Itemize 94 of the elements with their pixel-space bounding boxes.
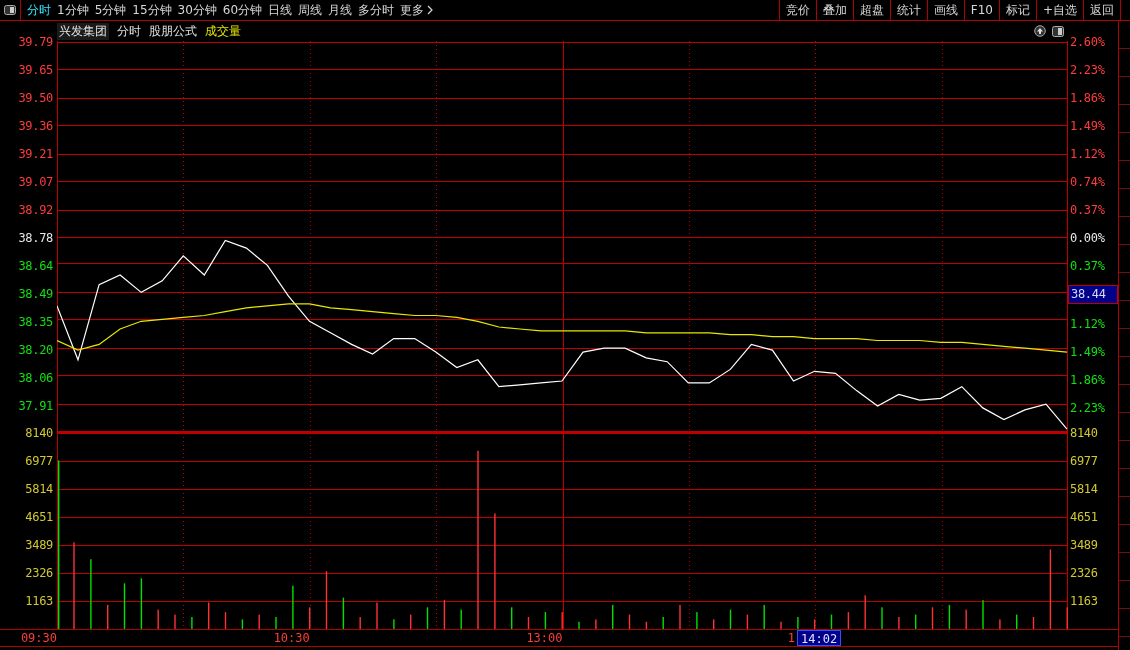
toolbar-button[interactable]: 竞价 (778, 0, 816, 20)
time-label: 13:00 (525, 630, 563, 646)
volume-bar (140, 578, 143, 629)
axis-label: 8140 (1070, 425, 1099, 442)
axis-label: 37.91 (17, 398, 53, 415)
axis-label: 4651 (24, 509, 53, 526)
toolbar-button[interactable]: 叠加 (815, 0, 853, 20)
axis-label: 39.21 (17, 146, 53, 163)
volume-bar (224, 612, 227, 629)
axis-label: 0.37% (1070, 258, 1106, 275)
timeframe-tab[interactable]: 60分钟 (219, 0, 266, 20)
axis-label: 2.23% (1070, 400, 1106, 417)
volume-bar (847, 612, 850, 629)
toolbar-button[interactable]: 画线 (926, 0, 964, 20)
time-label: 09:30 (19, 630, 57, 646)
axis-label: 1.12% (1070, 316, 1106, 333)
axis-label: 39.50 (17, 90, 53, 107)
volume-bar (443, 600, 446, 629)
axis-label: 6977 (24, 453, 53, 470)
timeframe-tab[interactable]: 15分钟 (129, 0, 175, 20)
volume-bar (527, 617, 530, 629)
axis-label: 1163 (24, 593, 53, 610)
time-label: 1 (786, 630, 795, 646)
timeframe-tab[interactable]: 日线 (265, 0, 296, 20)
axis-label: 38.64 (17, 258, 53, 275)
axis-label: 1163 (1070, 593, 1099, 610)
axis-label: 3489 (24, 537, 53, 554)
axis-label: 38.35 (17, 314, 53, 331)
timeframe-tab[interactable]: 月线 (325, 0, 356, 20)
axis-label: 5814 (1070, 481, 1099, 498)
volume-bar (544, 612, 547, 629)
timeframe-tab[interactable]: 多分时 (355, 0, 398, 20)
timeframe-tab[interactable]: 分时 (24, 0, 54, 20)
axis-label: 3489 (1070, 537, 1099, 554)
timeframe-tab[interactable]: 周线 (295, 0, 326, 20)
axis-label: 38.20 (17, 342, 53, 359)
axis-label: 1.86% (1070, 90, 1106, 107)
axis-label: 38.06 (17, 370, 53, 387)
volume-bar (325, 571, 328, 629)
axis-label: 1.86% (1070, 372, 1106, 389)
axis-label: 2.60% (1070, 34, 1106, 51)
axis-label: 39.65 (17, 62, 53, 79)
axis-label: 39.79 (17, 34, 53, 51)
formula-label: 股朋公式 (149, 22, 197, 40)
toolbar-button[interactable]: 返回 (1083, 0, 1120, 20)
timeframe-tab[interactable]: 更多 (397, 0, 437, 20)
axis-label: 38.78 (17, 230, 53, 247)
volume-bar (645, 621, 648, 629)
panel-toggle-icon[interactable] (4, 5, 16, 15)
timeframe-tab[interactable]: 1分钟 (54, 0, 92, 20)
volume-bar (628, 614, 631, 629)
axis-label: 38.49 (17, 286, 53, 303)
volume-bar (426, 607, 429, 629)
timeframe-tab[interactable]: 5分钟 (91, 0, 130, 20)
axis-label: 39.36 (17, 118, 53, 135)
time-label: 10:30 (272, 630, 310, 646)
axis-label: 0.00% (1070, 230, 1106, 247)
volume-bar (241, 619, 244, 629)
axis-label: 5814 (24, 481, 53, 498)
axis-label: 8140 (24, 425, 53, 442)
toolbar-button[interactable]: +自选 (1035, 0, 1083, 20)
panel-toggle-icon[interactable] (1052, 25, 1064, 37)
axis-label: 4651 (1070, 509, 1099, 526)
stock-name: 兴发集团 (57, 22, 109, 40)
axis-label: 6977 (1070, 453, 1099, 470)
indicator-label: 成交量 (205, 22, 241, 40)
axis-label: 0.74% (1070, 174, 1106, 191)
axis-label: 2326 (1070, 565, 1099, 582)
axis-label: 2.23% (1070, 62, 1106, 79)
axis-label: 1.49% (1070, 118, 1106, 135)
volume-bar (931, 607, 934, 629)
toolbar-button[interactable]: 超盘 (852, 0, 890, 20)
axis-label: 38.92 (17, 202, 53, 219)
cursor-time-label: 14:02 (797, 630, 842, 646)
axis-label: 39.07 (17, 174, 53, 191)
toolbar-button[interactable]: 标记 (998, 0, 1036, 20)
axis-label: 1.12% (1070, 146, 1106, 163)
volume-bar (123, 583, 126, 629)
volume-bar (830, 614, 833, 629)
period-label: 分时 (117, 22, 141, 40)
volume-bar (729, 609, 732, 629)
toolbar-button[interactable]: F10 (963, 0, 999, 20)
timeframe-tab[interactable]: 30分钟 (174, 0, 220, 20)
volume-bar (746, 614, 749, 629)
axis-label: 0.37% (1070, 202, 1106, 219)
chevron-icon (427, 5, 434, 15)
volume-bar (948, 604, 951, 629)
arrow-up-circle-icon[interactable] (1034, 25, 1046, 37)
volume-bar (342, 597, 345, 629)
toolbar-button[interactable]: 统计 (889, 0, 927, 20)
volume-bar (1032, 617, 1035, 629)
axis-label: 1.49% (1070, 344, 1106, 361)
axis-label: 2326 (24, 565, 53, 582)
cursor-price-label: 38.44 (1068, 285, 1118, 304)
